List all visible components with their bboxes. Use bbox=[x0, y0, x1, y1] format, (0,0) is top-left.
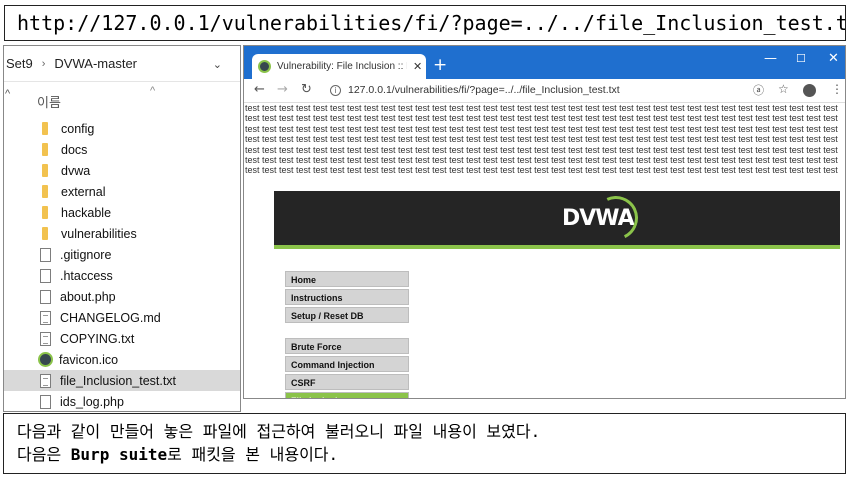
file-name: vulnerabilities bbox=[61, 226, 137, 241]
menu-spacer bbox=[285, 325, 409, 338]
scroll-up-icon[interactable]: ^ bbox=[5, 88, 10, 100]
breadcrumb-item-parent[interactable]: Set9 bbox=[6, 56, 33, 71]
file-name: external bbox=[61, 184, 106, 199]
file-name: about.php bbox=[60, 289, 116, 304]
forward-arrow-icon[interactable]: → bbox=[277, 82, 288, 97]
dvwa-header: DVWA bbox=[274, 189, 840, 249]
included-file-content: test test test test test test test test … bbox=[245, 103, 838, 177]
browser-window: Vulnerability: File Inclusion :: Da ✕ + … bbox=[243, 45, 846, 399]
file-list-item[interactable]: about.php bbox=[4, 286, 240, 307]
column-header[interactable]: ^ 이름 ^ bbox=[4, 82, 240, 118]
caption-line-2-bold: Burp suite bbox=[70, 445, 168, 464]
file-list-item[interactable]: docs bbox=[4, 139, 240, 160]
address-bar: ← → ↻ i 127.0.0.1/vulnerabilities/fi/?pa… bbox=[244, 79, 845, 103]
file-list-item[interactable]: COPYING.txt bbox=[4, 328, 240, 349]
file-icon bbox=[40, 268, 51, 283]
tab-vulnerability-file-inclusion[interactable]: Vulnerability: File Inclusion :: Da ✕ bbox=[252, 54, 426, 79]
file-icon bbox=[40, 247, 51, 262]
minimize-icon[interactable]: — bbox=[764, 51, 777, 66]
file-name: ids_log.php bbox=[60, 394, 124, 409]
bookmark-star-icon[interactable]: ☆ bbox=[778, 82, 789, 96]
account-icon[interactable] bbox=[803, 84, 816, 97]
file-icon bbox=[40, 310, 51, 325]
folder-icon bbox=[42, 164, 48, 177]
close-icon[interactable]: ✕ bbox=[413, 60, 422, 73]
folder-icon bbox=[42, 122, 48, 135]
column-header-name[interactable]: 이름 bbox=[37, 92, 61, 111]
file-icon bbox=[40, 289, 51, 304]
folder-icon bbox=[42, 227, 48, 240]
caption-line-2-prefix: 다음은 bbox=[17, 445, 71, 464]
file-name: .gitignore bbox=[60, 247, 112, 262]
dvwa-logo-swoosh-icon bbox=[587, 189, 645, 247]
window-close-icon[interactable]: ✕ bbox=[828, 51, 839, 66]
file-list-item[interactable]: ids_log.php bbox=[4, 391, 240, 411]
file-name: favicon.ico bbox=[59, 352, 119, 367]
file-list-item[interactable]: vulnerabilities bbox=[4, 223, 240, 244]
file-name: docs bbox=[61, 142, 88, 157]
tab-bar: Vulnerability: File Inclusion :: Da ✕ + … bbox=[244, 46, 845, 79]
file-list: config docs dvwa external hackable vulnerabil… bbox=[4, 118, 240, 411]
folder-icon bbox=[42, 143, 48, 156]
file-list-item[interactable]: config bbox=[4, 118, 240, 139]
file-icon bbox=[40, 394, 51, 409]
file-list-item[interactable]: .gitignore bbox=[4, 244, 240, 265]
file-name: CHANGELOG.md bbox=[60, 310, 161, 325]
translate-icon[interactable]: ⓐ bbox=[753, 82, 764, 98]
tab-title: Vulnerability: File Inclusion :: Da bbox=[277, 61, 407, 72]
menu-item[interactable]: Command Injection bbox=[285, 356, 409, 372]
folder-icon bbox=[42, 185, 48, 198]
folder-icon bbox=[42, 206, 48, 219]
caption-line-2: 다음은 Burp suite로 패킷을 본 내용이다. bbox=[17, 443, 845, 466]
file-name: dvwa bbox=[61, 163, 91, 178]
bottom-caption: 다음과 같이 만들어 놓은 파일에 접근하여 불러오니 파일 내용이 보였다. … bbox=[3, 413, 846, 474]
breadcrumb-item-current[interactable]: DVWA-master bbox=[54, 56, 137, 71]
maximize-icon[interactable]: ☐ bbox=[796, 52, 806, 65]
menu-item[interactable]: Home bbox=[285, 271, 409, 287]
site-info-icon[interactable]: i bbox=[330, 85, 341, 96]
breadcrumb[interactable]: Set9 › DVWA-master ⌄ bbox=[4, 46, 240, 82]
chevron-right-icon: › bbox=[41, 57, 46, 70]
file-list-item[interactable]: favicon.ico bbox=[4, 349, 240, 370]
menu-item[interactable]: Setup / Reset DB bbox=[285, 307, 409, 323]
menu-item[interactable]: File Inclusion bbox=[285, 392, 409, 398]
caption-line-1: 다음과 같이 만들어 놓은 파일에 접근하여 불러오니 파일 내용이 보였다. bbox=[17, 422, 541, 441]
file-explorer: Set9 › DVWA-master ⌄ ^ 이름 ^ config docs dv… bbox=[3, 45, 241, 412]
chevron-down-icon[interactable]: ⌄ bbox=[213, 58, 222, 71]
file-name: COPYING.txt bbox=[60, 331, 135, 346]
file-list-item[interactable]: CHANGELOG.md bbox=[4, 307, 240, 328]
file-list-item[interactable]: .htaccess bbox=[4, 265, 240, 286]
favicon-file-icon bbox=[38, 352, 53, 367]
more-menu-icon[interactable]: ⋮ bbox=[831, 82, 843, 96]
menu-item[interactable]: Instructions bbox=[285, 289, 409, 305]
page-viewport: test test test test test test test test … bbox=[244, 103, 845, 398]
file-name: file_Inclusion_test.txt bbox=[60, 373, 177, 388]
dvwa-favicon-icon bbox=[258, 60, 271, 73]
file-name: config bbox=[61, 121, 95, 136]
new-tab-icon[interactable]: + bbox=[433, 55, 447, 75]
address-input[interactable]: 127.0.0.1/vulnerabilities/fi/?page=../..… bbox=[348, 84, 620, 96]
file-list-item[interactable]: file_Inclusion_test.txt bbox=[4, 370, 240, 391]
file-list-item[interactable]: hackable bbox=[4, 202, 240, 223]
file-list-item[interactable]: dvwa bbox=[4, 160, 240, 181]
url-caption: http://127.0.0.1/vulnerabilities/fi/?pag… bbox=[4, 5, 846, 41]
reload-icon[interactable]: ↻ bbox=[301, 82, 312, 97]
file-icon bbox=[40, 331, 51, 346]
menu-item[interactable]: Brute Force bbox=[285, 338, 409, 354]
sort-ascending-icon[interactable]: ^ bbox=[150, 85, 155, 97]
back-arrow-icon[interactable]: ← bbox=[254, 82, 265, 97]
dvwa-menu: Home Instructions Setup / Reset DB Brute Fo… bbox=[285, 271, 409, 398]
file-icon bbox=[40, 373, 51, 388]
caption-line-2-suffix: 로 패킷을 본 내용이다. bbox=[167, 445, 339, 464]
menu-item[interactable]: CSRF bbox=[285, 374, 409, 390]
file-list-item[interactable]: external bbox=[4, 181, 240, 202]
file-name: .htaccess bbox=[60, 268, 113, 283]
file-name: hackable bbox=[61, 205, 112, 220]
